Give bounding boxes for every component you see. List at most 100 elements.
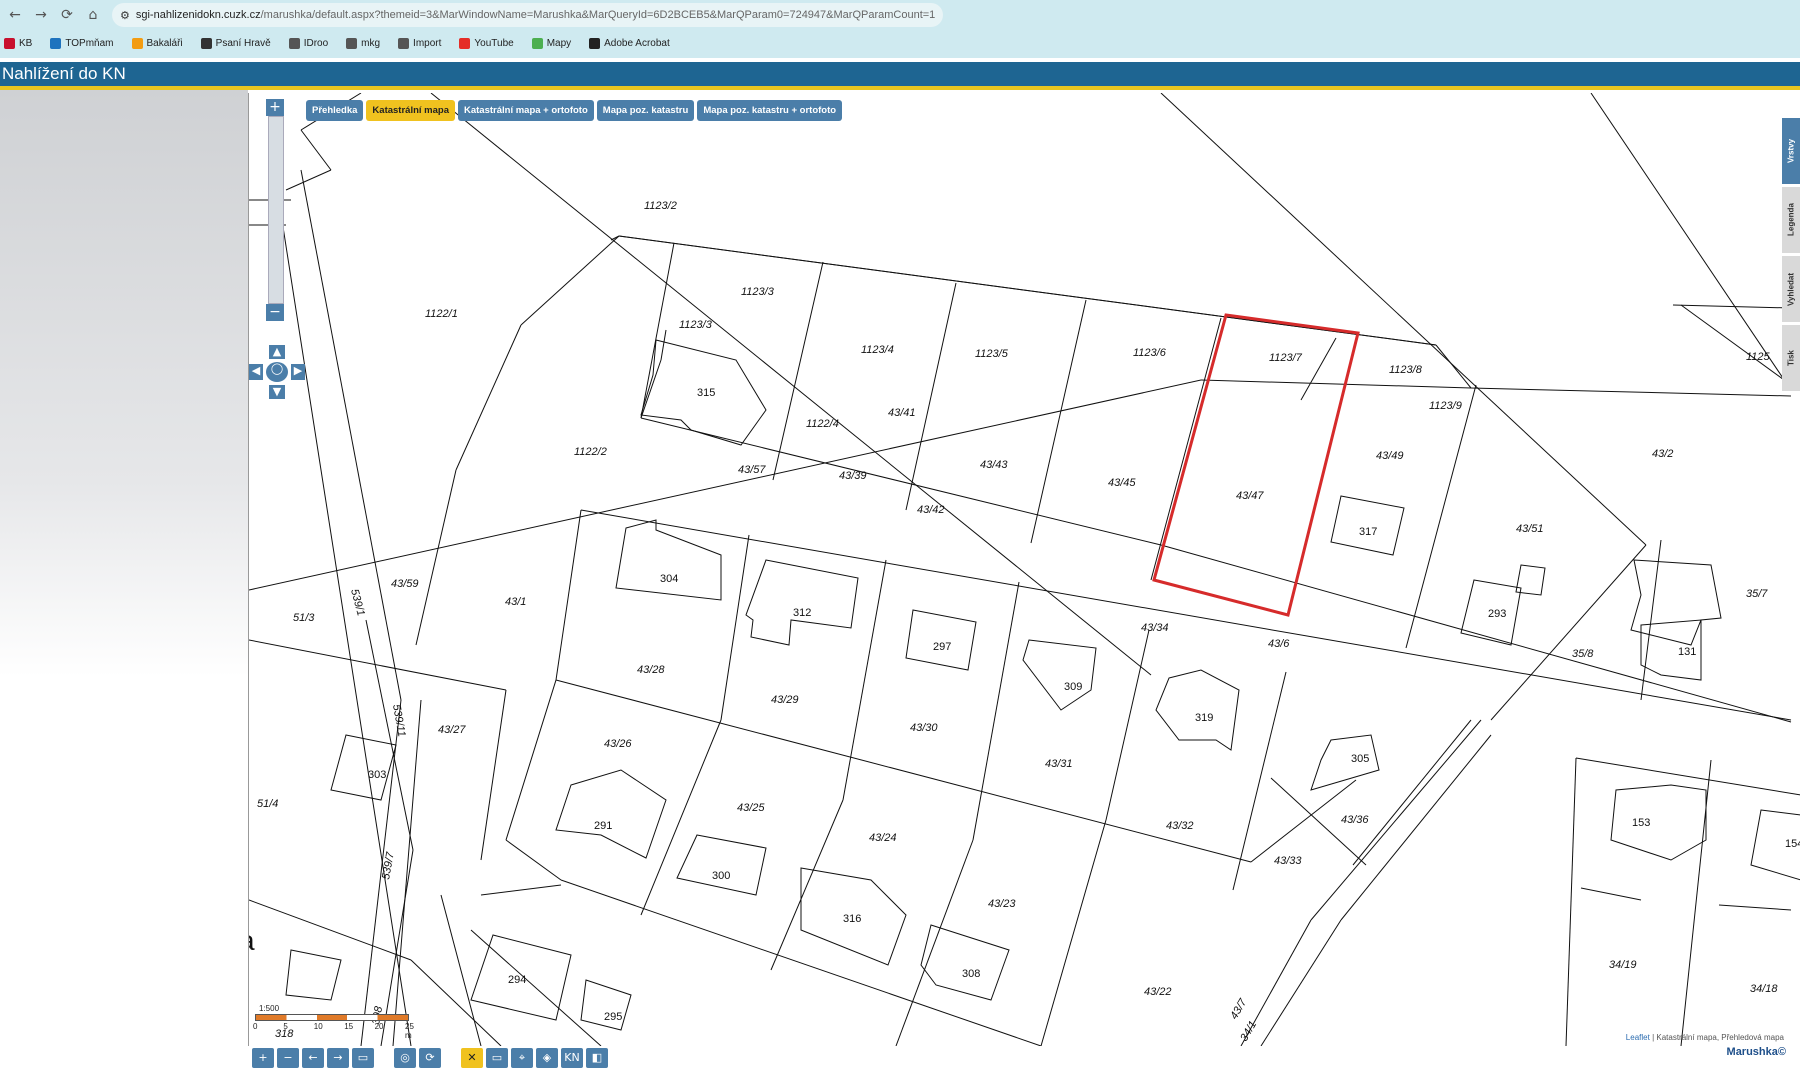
parcel-label[interactable]: 43/26 xyxy=(604,738,632,750)
parcel-label[interactable]: 43/51 xyxy=(1516,523,1544,535)
parcel-label[interactable]: 43/34 xyxy=(1141,622,1169,634)
parcel-label[interactable]: 43/33 xyxy=(1274,855,1302,867)
building-label[interactable]: 319 xyxy=(1195,712,1213,724)
bookmark-item[interactable]: Psaní Hravě xyxy=(197,37,271,49)
parcel-label[interactable]: 51/3 xyxy=(293,612,315,624)
map-tab[interactable]: Katastrální mapa + ortofoto xyxy=(457,100,594,121)
parcel-label[interactable]: 43/49 xyxy=(1376,450,1404,462)
parcel-label[interactable]: 43/23 xyxy=(988,898,1016,910)
toolbar-button[interactable]: ✕ xyxy=(461,1048,483,1068)
side-tab[interactable]: Vyhledat xyxy=(1782,256,1800,322)
building-label[interactable]: 317 xyxy=(1359,526,1377,538)
zoom-out-button[interactable]: − xyxy=(266,304,284,321)
map-tab[interactable]: Mapa poz. katastru + ortofoto xyxy=(697,100,843,121)
parcel-label[interactable]: 539/1 xyxy=(348,588,367,618)
parcel-label[interactable]: 43/59 xyxy=(391,578,419,590)
parcel-label[interactable]: 51/4 xyxy=(257,798,278,810)
parcel-label[interactable]: 1123/5 xyxy=(975,348,1009,360)
parcel-label[interactable]: 34/19 xyxy=(1609,959,1637,971)
building-label[interactable]: 304 xyxy=(660,573,678,585)
pan-down-icon[interactable]: ▼ xyxy=(269,385,285,399)
parcel-label[interactable]: 43/36 xyxy=(1341,814,1369,826)
parcel-label[interactable]: 43/32 xyxy=(1166,820,1194,832)
parcel-label[interactable]: 43/27 xyxy=(438,724,466,736)
parcel-label[interactable]: 43/6 xyxy=(1268,638,1290,650)
parcel-label[interactable]: 43/1 xyxy=(505,596,526,608)
parcel-label[interactable]: 1123/3 xyxy=(741,286,775,298)
parcel-label[interactable]: 43/57 xyxy=(738,464,766,476)
building-label[interactable]: 291 xyxy=(594,820,612,832)
parcel-label[interactable]: 43/45 xyxy=(1108,477,1136,489)
parcel-label[interactable]: 539/11 xyxy=(390,703,408,737)
toolbar-button[interactable]: ▭ xyxy=(486,1048,508,1068)
building-label[interactable]: 315 xyxy=(697,387,715,399)
parcel-label[interactable]: 43/24 xyxy=(869,832,897,844)
bookmark-item[interactable]: IDroo xyxy=(285,37,328,49)
map-tab[interactable]: Katastrální mapa xyxy=(366,100,455,121)
side-tab[interactable]: Legenda xyxy=(1782,187,1800,253)
parcel-label[interactable]: 1122/4 xyxy=(806,418,839,430)
building-label[interactable]: 154 xyxy=(1785,838,1800,850)
bookmark-item[interactable]: KB xyxy=(0,37,32,49)
bookmark-item[interactable]: Mapy xyxy=(528,37,571,49)
parcel-label[interactable]: 1123/2 xyxy=(644,200,677,212)
building-label[interactable]: 131 xyxy=(1678,646,1696,658)
toolbar-button[interactable]: ⟳ xyxy=(419,1048,441,1068)
parcel-label[interactable]: 43/43 xyxy=(980,459,1008,471)
url-field[interactable]: ⚙ sgi-nahlizenidokn.cuzk.cz /marushka/de… xyxy=(112,3,944,27)
building-label[interactable]: 297 xyxy=(933,641,951,653)
bookmark-item[interactable]: TOPmňam xyxy=(46,37,114,49)
parcel-label[interactable]: 43/39 xyxy=(839,470,867,482)
bookmark-item[interactable]: Adobe Acrobat xyxy=(585,37,670,49)
parcel-label[interactable]: 1123/4 xyxy=(861,344,894,356)
building-label[interactable]: 153 xyxy=(1632,817,1650,829)
building-label[interactable]: 303 xyxy=(368,769,386,781)
parcel-label[interactable]: 35/7 xyxy=(1746,588,1768,600)
parcel-label[interactable]: 34/18 xyxy=(1750,983,1778,995)
site-settings-icon[interactable]: ⚙ xyxy=(120,9,130,22)
building-label[interactable]: 316 xyxy=(843,913,861,925)
side-tab[interactable]: Tisk xyxy=(1782,325,1800,391)
parcel-label[interactable]: 1123/8 xyxy=(1389,364,1423,376)
zoom-slider[interactable] xyxy=(268,116,284,304)
building-label[interactable]: 294 xyxy=(508,974,526,986)
map-tab[interactable]: Mapa poz. katastru xyxy=(596,100,695,121)
bookmark-item[interactable]: mkg xyxy=(342,37,380,49)
reload-icon[interactable]: ⟳ xyxy=(56,7,78,23)
bookmark-item[interactable]: YouTube xyxy=(455,37,514,49)
parcel-label[interactable]: 43/7 xyxy=(1228,996,1250,1021)
building-label[interactable]: 312 xyxy=(793,607,811,619)
parcel-label[interactable]: 43/31 xyxy=(1045,758,1073,770)
parcel-label[interactable]: 43/25 xyxy=(737,802,765,814)
toolbar-button[interactable]: KN xyxy=(561,1048,583,1068)
toolbar-button[interactable]: ← xyxy=(302,1048,324,1068)
bookmark-item[interactable]: Bakaláři xyxy=(128,37,183,49)
parcel-label[interactable]: 1123/7 xyxy=(1269,352,1303,364)
toolbar-button[interactable]: ⌖ xyxy=(511,1048,533,1068)
building-label[interactable]: 309 xyxy=(1064,681,1082,693)
toolbar-button[interactable]: ◧ xyxy=(586,1048,608,1068)
toolbar-button[interactable]: ▭ xyxy=(352,1048,374,1068)
zoom-in-button[interactable]: + xyxy=(266,99,284,116)
parcel-label[interactable]: 1123/9 xyxy=(1429,400,1462,412)
map-tab[interactable]: Přehledka xyxy=(306,100,364,121)
toolbar-button[interactable]: → xyxy=(327,1048,349,1068)
pan-center-icon[interactable]: ◯ xyxy=(266,362,288,382)
building-label[interactable]: 293 xyxy=(1488,608,1506,620)
back-icon[interactable]: ← xyxy=(4,7,26,23)
pan-left-icon[interactable]: ◀ xyxy=(249,364,263,380)
parcel-label[interactable]: 1123/3 xyxy=(679,319,713,331)
building-label[interactable]: 295 xyxy=(604,1011,622,1023)
forward-icon[interactable]: → xyxy=(30,7,52,23)
parcel-label[interactable]: 43/28 xyxy=(637,664,665,676)
parcel-label[interactable]: 43/2 xyxy=(1652,448,1673,460)
cadastral-map[interactable]: 1123/2 1123/3 1123/3 1122/1 1123/4 1123/… xyxy=(249,93,1800,1046)
parcel-label[interactable]: 35/8 xyxy=(1572,648,1594,660)
parcel-label[interactable]: 43/42 xyxy=(917,504,945,516)
building-label[interactable]: 300 xyxy=(712,870,730,882)
toolbar-button[interactable]: ◎ xyxy=(394,1048,416,1068)
home-icon[interactable]: ⌂ xyxy=(82,7,104,23)
highlighted-parcel-outline[interactable] xyxy=(1152,313,1360,617)
toolbar-button[interactable]: ◈ xyxy=(536,1048,558,1068)
leaflet-link[interactable]: Leaflet xyxy=(1626,1033,1650,1042)
